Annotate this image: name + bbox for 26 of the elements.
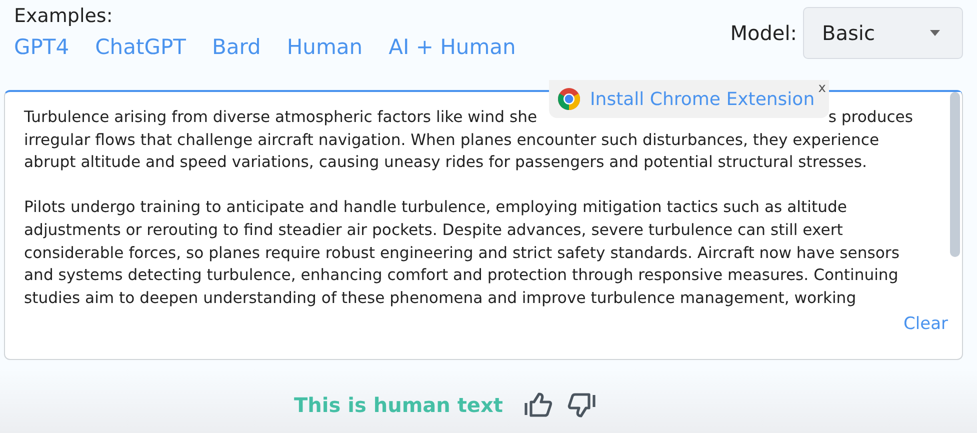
- text-line: Pilots undergo training to anticipate and handle turbulence, employing mitigation tactics such as altitude: [24, 198, 847, 216]
- text-input[interactable]: [4, 90, 963, 360]
- text-line: and systems detecting turbulence, enhancing comfort and protection through responsive measures. Continuing: [24, 266, 898, 284]
- verdict-text: This is human text: [294, 393, 503, 417]
- examples-label: Examples:: [14, 4, 114, 29]
- text-line: considerable forces, so planes require robust engineering and strict safety standards. Aircraft now have sensors: [24, 244, 900, 262]
- caret-icon: [930, 30, 940, 36]
- thumbs-down-icon[interactable]: [566, 392, 597, 418]
- chrome-logo-icon: [557, 87, 581, 111]
- close-button[interactable]: x: [818, 81, 826, 96]
- thumbs-up-icon[interactable]: [522, 392, 553, 418]
- example-link[interactable]: Human: [286, 34, 363, 60]
- example-link[interactable]: Bard: [212, 34, 261, 60]
- example-link[interactable]: ChatGPT: [95, 34, 186, 60]
- example-link[interactable]: AI + Human: [388, 34, 516, 60]
- text-line: adjustments or rerouting to find steadier air pockets. Despite advances, severe turbulence can still exert: [24, 220, 843, 239]
- text-line: s produces: [828, 107, 913, 128]
- install-extension-link[interactable]: Install Chrome Extension: [590, 88, 815, 110]
- model-label: Model:: [730, 20, 797, 47]
- text-line: irregular flows that challenge aircraft navigation. When planes encounter such disturbances, they experience: [24, 130, 880, 149]
- text-line: abrupt altitude and speed variations, causing uneasy rides for passengers and potential structural stresses.: [24, 153, 867, 172]
- clear-button[interactable]: Clear: [904, 314, 948, 334]
- text-line: Turbulence arising from diverse atmospheric factors like wind she: [24, 107, 538, 128]
- model-select[interactable]: Basic: [803, 7, 963, 59]
- example-link[interactable]: GPT4: [14, 34, 70, 60]
- text-line: studies aim to deepen understanding of these phenomena and improve turbulence management, working: [24, 288, 856, 307]
